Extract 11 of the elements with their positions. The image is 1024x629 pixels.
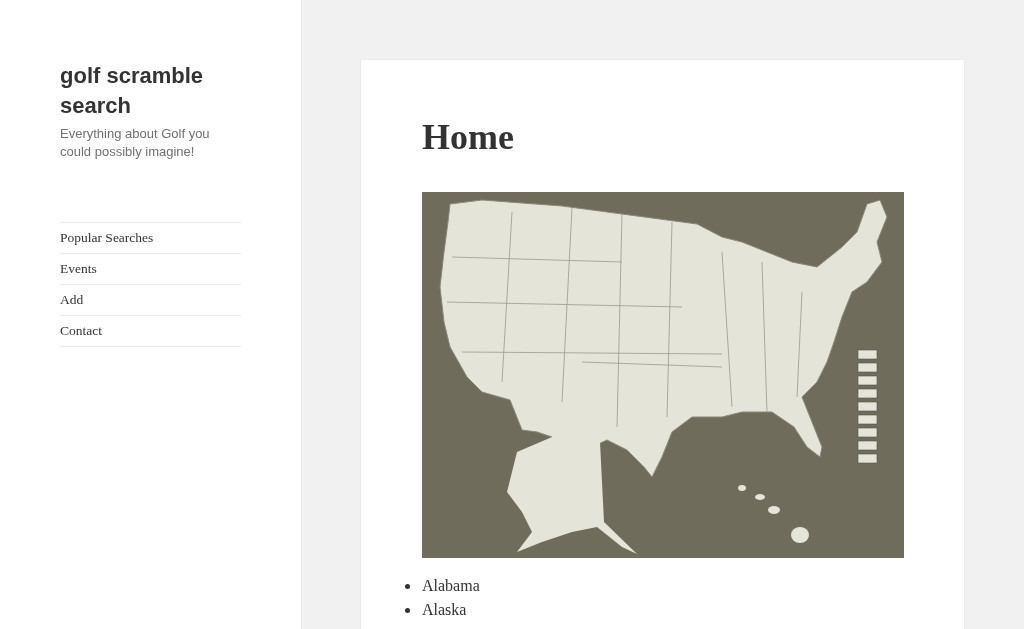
menu-link[interactable]: Popular Searches	[60, 223, 241, 253]
page-title: Home	[422, 116, 515, 158]
menu-link[interactable]: Add	[60, 285, 241, 315]
site-title[interactable]: golf scramble search	[60, 61, 241, 121]
menu-link[interactable]: Contact	[60, 316, 241, 346]
bullet-icon	[405, 583, 410, 589]
menu-link[interactable]: Events	[60, 254, 241, 284]
bullet-icon	[405, 607, 410, 613]
site-description: Everything about Golf you could possibly imagine!	[60, 125, 211, 161]
list-item: Alaska	[422, 600, 467, 620]
list-item: Alabama	[422, 576, 480, 596]
